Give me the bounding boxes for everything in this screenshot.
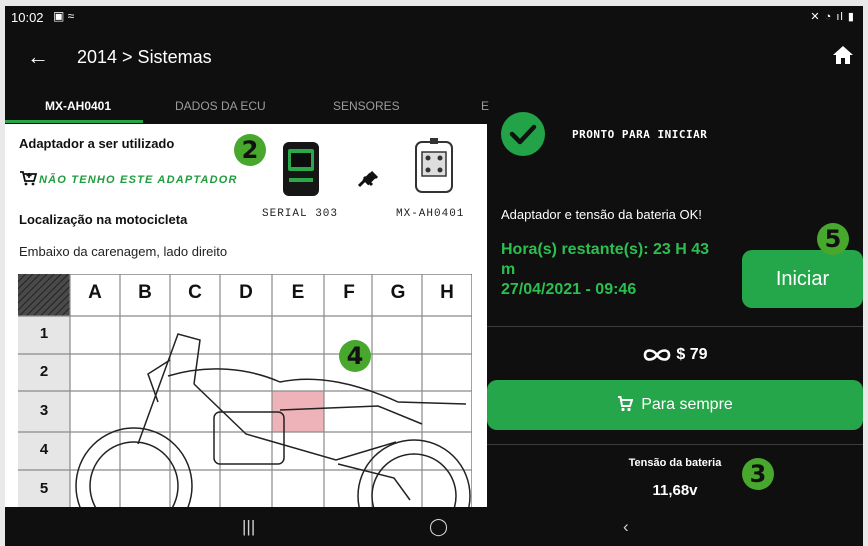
grid-row-4: 4	[39, 441, 49, 458]
system-nav-bar: ||| ◯ ‹	[5, 507, 863, 546]
battery-label: Tensão da bateria	[628, 457, 722, 469]
grid-col-c: C	[188, 282, 202, 303]
adapter-panel: Adaptador a ser utilizado NÃO TENHO ESTE…	[5, 124, 487, 507]
battery-value: 11,68v	[652, 482, 698, 499]
hours-line: m	[501, 261, 516, 278]
tab-sensores[interactable]: SENSORES	[333, 99, 400, 113]
price-value: $ 79	[676, 346, 708, 363]
check-icon	[501, 112, 545, 156]
grid-col-d: D	[239, 282, 253, 303]
divider	[487, 326, 863, 327]
tab-bar: MX-AH0401 DADOS DA ECU SENSORES E	[5, 90, 489, 124]
divider	[487, 444, 863, 445]
grid-row-5: 5	[39, 480, 49, 497]
plug-icon	[357, 170, 379, 188]
adapter-model: MX-AH0401	[396, 208, 465, 220]
connector-icon	[415, 138, 453, 193]
badge-3: 3	[742, 458, 774, 490]
active-tab-indicator	[5, 120, 143, 123]
grid-col-b: B	[138, 282, 152, 303]
hours-line: Hora(s) restante(s): 23 H 43	[501, 241, 710, 258]
adapter-device-icon	[283, 142, 319, 196]
status-panel: PRONTO PARA INICIAR Adaptador e tensão d…	[487, 90, 863, 507]
status-time: 10:02	[11, 10, 44, 25]
no-adapter-link[interactable]: NÃO TENHO ESTE ADAPTADOR	[19, 170, 238, 186]
adapter-serial: SERIAL 303	[262, 208, 339, 220]
location-grid: A B C D E F G H 1 2 3 4 5	[18, 274, 472, 507]
back-arrow-icon[interactable]: ←	[27, 44, 49, 70]
adapter-title: Adaptador a ser utilizado	[19, 136, 175, 151]
badge-4: 4	[339, 340, 371, 372]
grid-col-a: A	[88, 282, 102, 303]
grid-row-3: 3	[39, 402, 49, 419]
start-button[interactable]: Iniciar	[742, 250, 863, 308]
grid-col-f: F	[343, 282, 355, 303]
grid-row-1: 1	[39, 325, 49, 342]
app-bar: ← 2014 > Sistemas	[5, 30, 863, 90]
price-row: $ 79	[487, 346, 863, 364]
grid-col-e: E	[291, 282, 305, 303]
buy-forever-button[interactable]: Para sempre	[487, 380, 863, 430]
ready-title: PRONTO PARA INICIAR	[572, 128, 708, 141]
date-line: 27/04/2021 - 09:46	[501, 281, 637, 298]
breadcrumb: 2014 > Sistemas	[77, 47, 212, 67]
signal-icons: ✕ ◔ ıl ▮	[810, 11, 855, 23]
recents-icon[interactable]: |||	[242, 517, 255, 537]
remaining-hours: Hora(s) restante(s): 23 H 43 m 27/04/202…	[501, 240, 751, 300]
buy-forever-label: Para sempre	[641, 396, 733, 413]
app-frame: 10:02 ▣ ≈ ✕ ◔ ıl ▮ ← 2014 > Sistemas MX-…	[5, 6, 863, 546]
tab-mx-ah0401[interactable]: MX-AH0401	[45, 99, 111, 113]
notification-icons: ▣ ≈	[53, 9, 75, 23]
location-title: Localização na motocicleta	[19, 212, 188, 227]
cart-add-icon	[20, 171, 38, 186]
badge-2: 2	[234, 134, 266, 166]
status-bar: 10:02 ▣ ≈ ✕ ◔ ıl ▮	[5, 6, 863, 30]
status-message: Adaptador e tensão da bateria OK!	[501, 207, 702, 222]
grid-col-h: H	[440, 282, 454, 303]
home-icon[interactable]	[831, 43, 855, 67]
home-nav-icon[interactable]: ◯	[429, 517, 448, 537]
no-adapter-label: NÃO TENHO ESTE ADAPTADOR	[39, 174, 238, 186]
location-value: Embaixo da carenagem, lado direito	[19, 244, 228, 259]
cart-icon	[618, 396, 634, 412]
grid-col-g: G	[390, 282, 406, 303]
tab-dados-da-ecu[interactable]: DADOS DA ECU	[175, 99, 266, 113]
infinity-icon	[644, 349, 671, 361]
back-nav-icon[interactable]: ‹	[623, 517, 629, 537]
grid-lines	[18, 274, 472, 507]
grid-row-2: 2	[39, 363, 49, 380]
badge-5: 5	[817, 223, 849, 255]
